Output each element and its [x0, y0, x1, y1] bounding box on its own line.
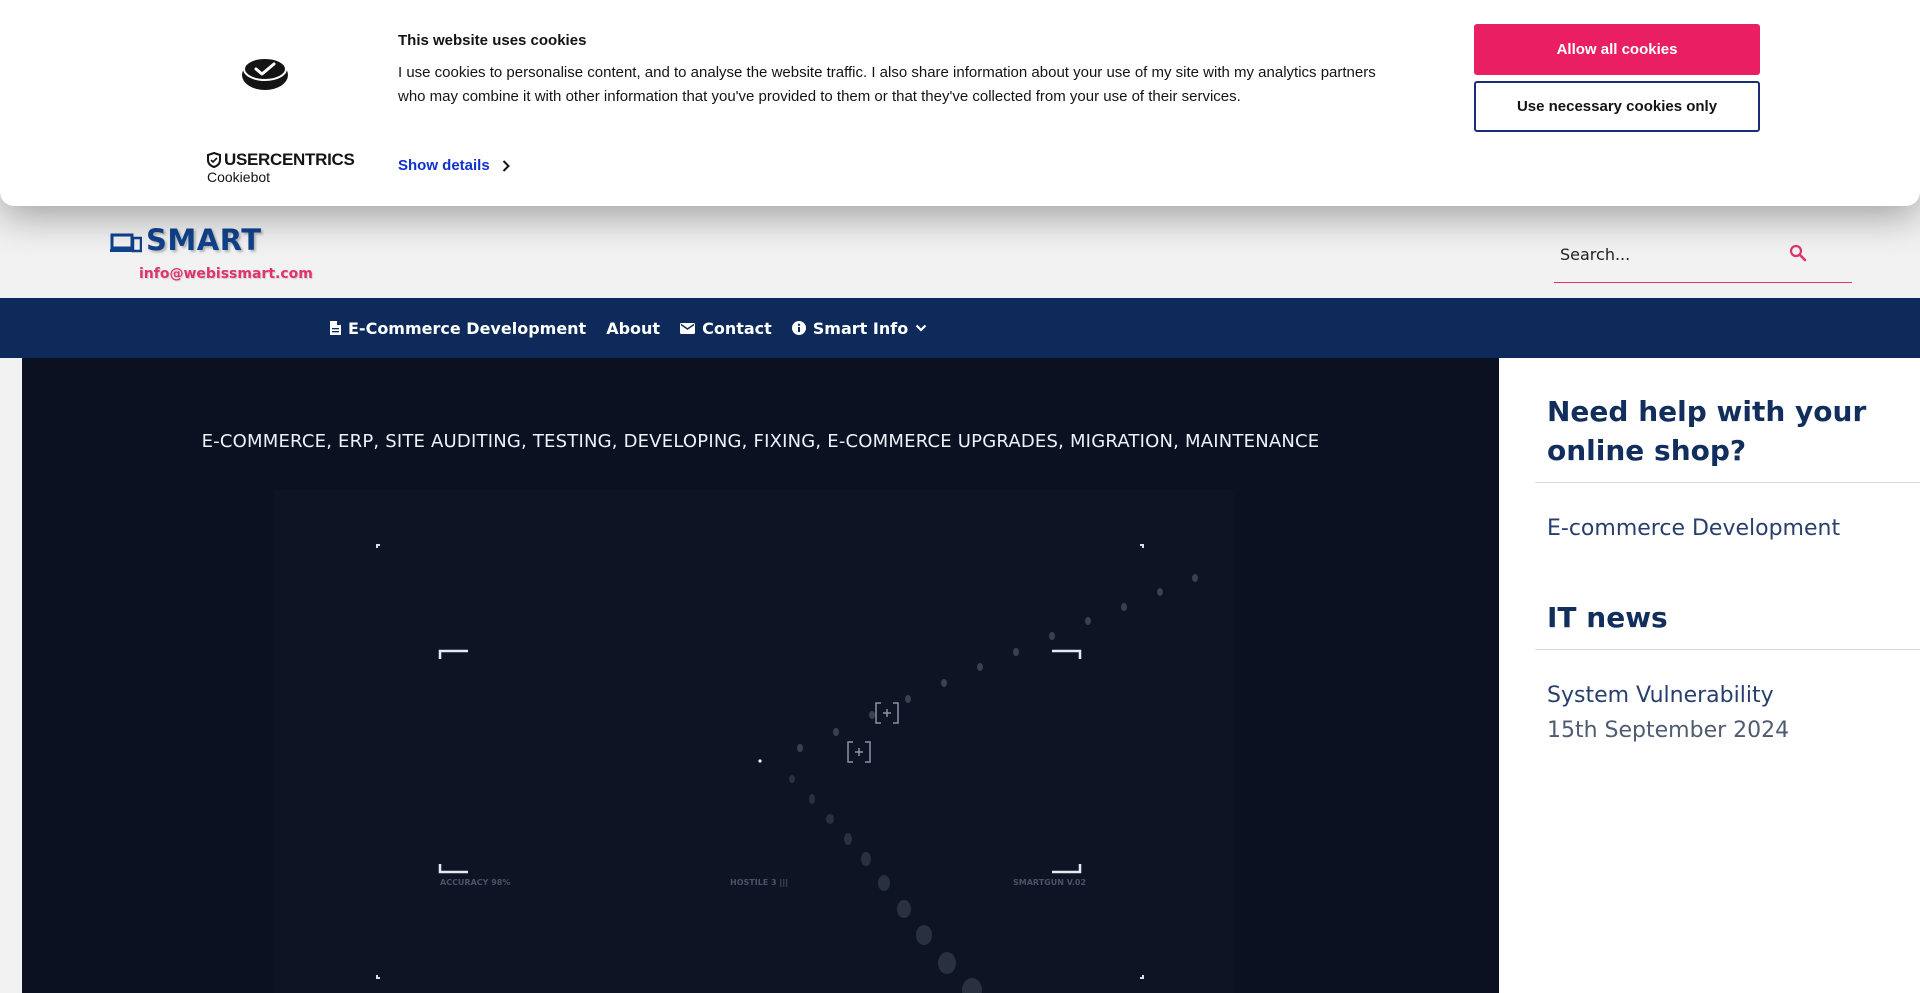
frame-corner — [1140, 544, 1144, 548]
cookiebot-logo-icon — [242, 57, 288, 90]
hud-label-accuracy: ACCURACY 98% — [440, 878, 510, 887]
target-corner — [1052, 864, 1082, 874]
info-icon — [791, 321, 806, 335]
nav-item-smart-info[interactable]: Smart Info — [791, 318, 927, 338]
hud-graphic: ACCURACY 98% HOSTILE 3 ||| SMARTGUN V.02 — [376, 544, 1198, 993]
envelope-icon — [680, 322, 696, 334]
divider — [1535, 482, 1920, 483]
target-corner — [438, 649, 468, 659]
cookie-banner: USERCENTRICS Cookiebot This website uses… — [0, 0, 1920, 206]
nav-item-label: Contact — [702, 318, 772, 338]
hud-label-smartgun: SMARTGUN V.02 — [1013, 878, 1086, 887]
chevron-right-icon — [502, 159, 510, 172]
usercentrics-wordmark: USERCENTRICS — [224, 150, 355, 169]
usercentrics-brand: USERCENTRICS Cookiebot — [207, 151, 355, 185]
help-heading: Need help with your online shop? — [1547, 395, 1867, 467]
nav-item-label: E-Commerce Development — [348, 318, 587, 338]
cookie-banner-title: This website uses cookies — [398, 32, 587, 49]
necessary-cookies-only-button[interactable]: Use necessary cookies only — [1474, 81, 1760, 132]
main-navigation: E-Commerce Development About Contact Sma… — [0, 298, 1920, 358]
news-item-date: 15th September 2024 — [1547, 718, 1790, 743]
contact-email-link[interactable]: info@webissmart.com — [139, 266, 313, 282]
search-box — [1554, 231, 1852, 283]
show-details-label: Show details — [398, 157, 490, 174]
nav-item-contact[interactable]: Contact — [680, 319, 772, 338]
cookiebot-wordmark: Cookiebot — [207, 169, 271, 185]
nav-item-about[interactable]: About — [606, 319, 660, 338]
logo-text: SMART — [146, 223, 262, 257]
ecommerce-development-link[interactable]: E-commerce Development — [1547, 516, 1840, 541]
site-header: SMART info@webissmart.com — [0, 206, 1920, 298]
search-input[interactable] — [1560, 245, 1800, 264]
divider — [1535, 649, 1920, 650]
target-corner — [1052, 649, 1082, 659]
frame-corner — [1140, 975, 1144, 979]
frame-corner — [376, 975, 380, 979]
allow-all-cookies-button[interactable]: Allow all cookies — [1474, 24, 1760, 75]
cookie-banner-text: I use cookies to personalise content, an… — [398, 64, 1376, 105]
it-news-heading: IT news — [1547, 601, 1668, 634]
document-icon — [330, 321, 341, 335]
hero-banner: E-COMMERCE, ERP, SITE AUDITING, TESTING,… — [22, 358, 1499, 993]
chevron-down-icon — [915, 324, 927, 332]
shield-icon — [207, 151, 221, 168]
devices-icon — [110, 233, 142, 253]
target-corner — [438, 864, 468, 874]
crosshair-marker — [847, 741, 871, 763]
nav-item-label: Smart Info — [812, 318, 909, 338]
news-item-title-link[interactable]: System Vulnerability — [1547, 683, 1774, 708]
crosshair-marker — [875, 702, 899, 724]
nav-item-ecommerce-development[interactable]: E-Commerce Development — [330, 319, 586, 338]
sidebar: Need help with your online shop? E-comme… — [1499, 358, 1920, 993]
hud-label-hostile: HOSTILE 3 ||| — [730, 878, 788, 887]
nav-item-label: About — [606, 318, 661, 338]
frame-corner — [376, 544, 380, 548]
show-details-link[interactable]: Show details — [398, 157, 510, 174]
site-logo[interactable]: SMART — [110, 226, 262, 255]
search-icon[interactable] — [1788, 243, 1808, 263]
